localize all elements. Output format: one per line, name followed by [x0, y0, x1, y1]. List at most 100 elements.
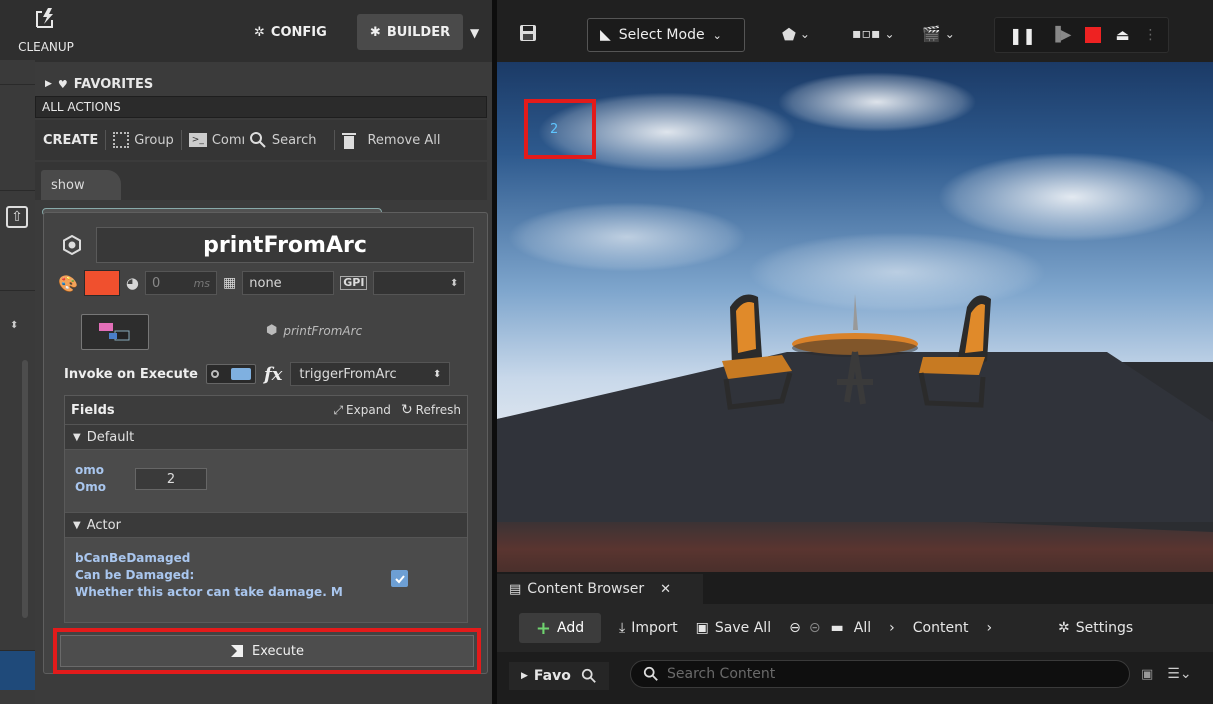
content-browser-tab[interactable]: ▤ Content Browser ✕	[497, 574, 703, 604]
color-swatch[interactable]	[83, 270, 120, 296]
history-forward-button[interactable]: ⊝	[809, 620, 821, 636]
invoke-row: Invoke on Execute fx triggerFromArc ⬍	[64, 361, 464, 387]
action-type-button[interactable]	[81, 314, 149, 350]
search-button[interactable]: Search	[249, 131, 316, 149]
play-controls: ❚❚ ▐▶ ⏏ ⋮	[994, 17, 1169, 53]
search-content-placeholder: Search Content	[667, 666, 776, 682]
save-icon[interactable]	[519, 24, 537, 42]
side-gutter: ⇧ ⬍	[0, 60, 35, 704]
section-default-header[interactable]: ▼ Default	[65, 424, 467, 450]
expand-triangle-icon: ▶	[521, 671, 528, 681]
settings-button[interactable]: ✲ Settings	[1058, 620, 1133, 636]
favorites-section[interactable]: ▶ Favo	[509, 662, 609, 690]
add-button[interactable]: + Add	[519, 613, 601, 643]
remove-all-button[interactable]: Remove All	[342, 131, 441, 149]
chevron-down-icon: ⌄	[884, 27, 895, 41]
level-viewport[interactable]: 2	[497, 62, 1213, 572]
all-actions-header[interactable]: ALL ACTIONS	[35, 96, 487, 118]
section-actor-header[interactable]: ▼ Actor	[65, 512, 467, 538]
refresh-button[interactable]: ↻ Refresh	[401, 402, 461, 418]
favorites-section-label: Favo	[533, 668, 571, 684]
checkmark-icon	[394, 574, 405, 583]
search-icon[interactable]	[581, 668, 597, 684]
refresh-icon: ↻	[400, 402, 413, 418]
folder-icon: ▬	[830, 620, 844, 636]
blueprint-button[interactable]: ▪▫▪ ⌄	[852, 22, 895, 46]
palette-icon: 🎨	[58, 273, 78, 293]
builder-button[interactable]: ✱ BUILDER	[357, 14, 463, 50]
import-label: Import	[631, 620, 678, 636]
breadcrumb-separator-icon: ›	[986, 620, 993, 636]
save-all-label: Save All	[714, 620, 772, 636]
chevron-down-icon: ⌄	[799, 27, 810, 41]
scene-platform	[497, 294, 1213, 532]
save-search-icon[interactable]: ▣	[1141, 667, 1153, 682]
save-all-button[interactable]: ▣ Save All	[696, 620, 771, 636]
omo-input[interactable]: 2	[135, 468, 207, 490]
upload-icon[interactable]: ⇧	[6, 206, 28, 228]
stop-icon[interactable]	[1085, 27, 1102, 43]
breadcrumb-content[interactable]: Content	[913, 620, 969, 636]
content-browser-icons: ▣ ☰⌄	[1141, 666, 1192, 682]
more-options-icon[interactable]: ⋮	[1144, 27, 1158, 43]
execute-icon	[231, 645, 243, 657]
updown-arrows-icon[interactable]: ⬍	[10, 320, 18, 331]
favorites-label: FAVORITES	[73, 76, 154, 92]
tab-show[interactable]: show	[41, 170, 121, 200]
section-default-label: Default	[86, 429, 135, 445]
expand-triangle-icon: ▶	[45, 79, 52, 89]
chevron-down-icon: ⌄	[944, 27, 955, 41]
favorites-row[interactable]: ▶ ♥ FAVORITES	[35, 74, 492, 94]
cleanup-button[interactable]: CLEANUP	[6, 4, 86, 54]
delay-input[interactable]: 0 ms	[145, 271, 218, 295]
can-be-damaged-desc: Whether this actor can take damage. M	[75, 585, 343, 599]
config-button[interactable]: ✲ CONFIG	[248, 18, 333, 46]
gpi-tag: GPI	[340, 276, 368, 290]
panel-dropdown-button[interactable]: ▼	[470, 26, 479, 40]
collapse-triangle-icon: ▼	[73, 431, 81, 443]
clapperboard-icon: 🎬	[922, 25, 941, 43]
layer-input[interactable]: none	[242, 271, 335, 295]
close-icon[interactable]: ✕	[660, 582, 671, 597]
toolbar-divider	[334, 130, 336, 150]
frame-advance-icon[interactable]: ▐▶	[1050, 27, 1072, 43]
chevron-down-icon: ⌄	[712, 28, 722, 42]
expand-button[interactable]: ⤢ Expand	[333, 403, 391, 418]
invoke-toggle[interactable]	[205, 364, 256, 384]
eject-icon[interactable]: ⏏	[1115, 26, 1129, 44]
execute-button[interactable]: Execute	[60, 635, 474, 667]
add-actor-button[interactable]: ⬟ ⌄	[782, 22, 810, 46]
action-title-field[interactable]: printFromArc	[96, 227, 474, 263]
select-mode-dropdown[interactable]: ◣ Select Mode ⌄	[587, 18, 745, 52]
group-button[interactable]: Group	[113, 132, 174, 148]
function-fx-icon: fx	[263, 363, 283, 385]
search-icon	[643, 666, 658, 681]
remove-all-label: Remove All	[367, 132, 441, 148]
omo-field-label: omo Omo	[75, 462, 106, 496]
cinematics-button[interactable]: 🎬 ⌄	[922, 22, 955, 46]
select-mode-label: Select Mode	[618, 27, 705, 43]
config-label: CONFIG	[270, 24, 327, 40]
create-label[interactable]: CREATE	[43, 133, 98, 148]
can-be-damaged-checkbox[interactable]	[391, 570, 408, 587]
command-button[interactable]: >_ Comı	[188, 133, 249, 148]
layer-grid-icon: ▦	[223, 275, 237, 291]
history-back-button[interactable]: ⊖	[789, 620, 801, 636]
search-icon	[249, 132, 266, 148]
section-default-body: omo Omo 2	[65, 450, 467, 512]
heart-icon: ♥	[57, 77, 68, 91]
search-content-input[interactable]: Search Content	[630, 660, 1130, 688]
command-icon: >_	[188, 133, 207, 147]
pause-icon[interactable]: ❚❚	[1009, 26, 1036, 45]
gutter-scrollbar[interactable]	[22, 360, 28, 618]
import-button[interactable]: ⤓ Import	[619, 620, 678, 636]
omo-field-name: omo	[75, 463, 104, 477]
level-editor: ◣ Select Mode ⌄ ⬟ ⌄ ▪▫▪ ⌄ 🎬 ⌄ ❚❚ ▐▶ ⏏ ⋮	[492, 0, 1213, 704]
filter-icon[interactable]: ☰⌄	[1167, 666, 1191, 682]
breadcrumb-all[interactable]: All	[854, 620, 871, 636]
printed-number: 2	[550, 122, 559, 137]
function-select[interactable]: triggerFromArc ⬍	[290, 362, 451, 386]
can-be-damaged-name: bCanBeDamaged	[75, 551, 191, 565]
gpi-select[interactable]: ⬍	[373, 271, 466, 295]
invoke-label: Invoke on Execute	[64, 366, 198, 382]
